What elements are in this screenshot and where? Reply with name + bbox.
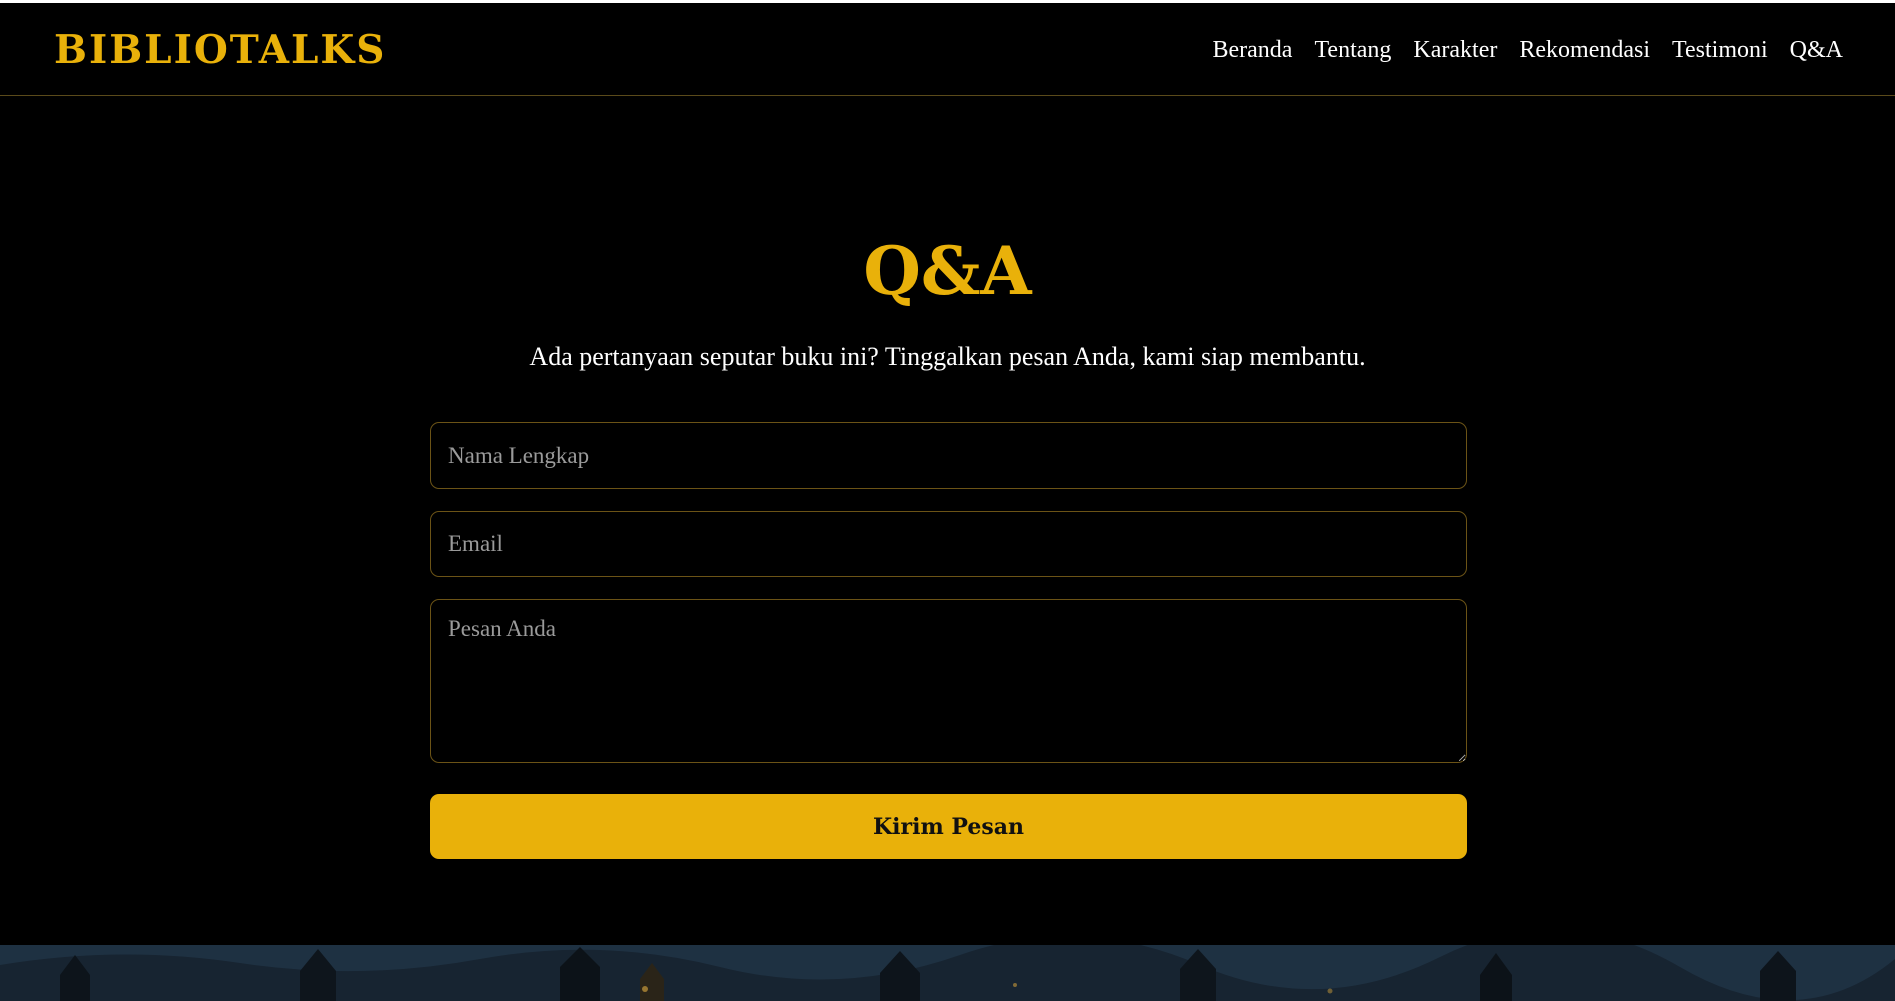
section-subtitle: Ada pertanyaan seputar buku ini? Tinggal… xyxy=(529,342,1366,371)
brand-logo[interactable]: BIBLIOTALKS xyxy=(54,25,386,75)
email-input[interactable] xyxy=(430,511,1467,577)
nav-item-rekomendasi[interactable]: Rekomendasi xyxy=(1519,35,1650,65)
castle-silhouette xyxy=(0,945,1895,1001)
nav-item-qa[interactable]: Q&A xyxy=(1790,35,1843,65)
nav-item-karakter[interactable]: Karakter xyxy=(1413,35,1497,65)
qa-section: Q&A Ada pertanyaan seputar buku ini? Tin… xyxy=(0,96,1895,944)
message-textarea[interactable] xyxy=(430,599,1467,763)
nav-item-tentang[interactable]: Tentang xyxy=(1314,35,1391,65)
page: BIBLIOTALKS Beranda Tentang Karakter Rek… xyxy=(0,0,1895,1001)
nav-item-testimoni[interactable]: Testimoni xyxy=(1672,35,1768,65)
full-name-input[interactable] xyxy=(430,422,1467,489)
submit-button[interactable]: Kirim Pesan xyxy=(430,794,1467,859)
nav-item-beranda[interactable]: Beranda xyxy=(1212,35,1292,65)
footer-background-image xyxy=(0,945,1895,1001)
section-title: Q&A xyxy=(863,232,1032,310)
main-nav: Beranda Tentang Karakter Rekomendasi Tes… xyxy=(1212,35,1843,65)
navbar: BIBLIOTALKS Beranda Tentang Karakter Rek… xyxy=(0,3,1895,96)
